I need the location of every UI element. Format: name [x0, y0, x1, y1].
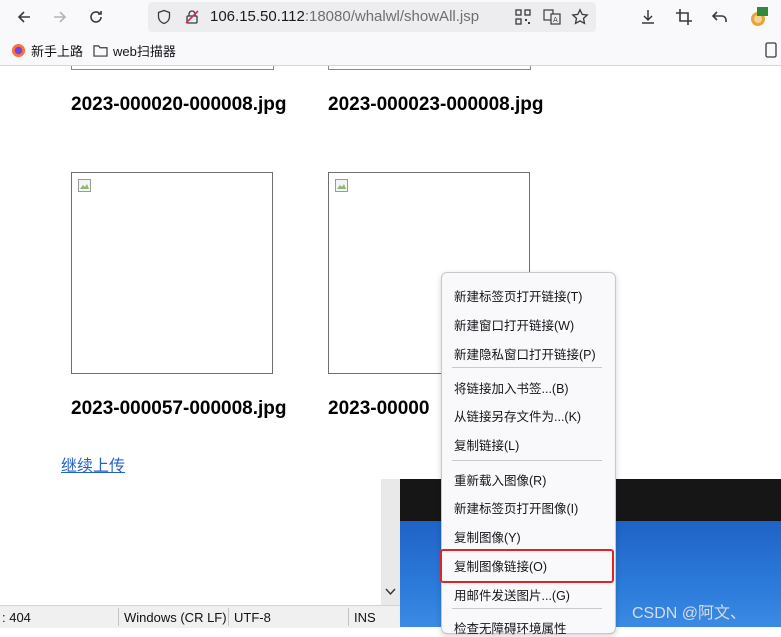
- highlight-box: [440, 549, 614, 583]
- image-filename: 2023-000023-000008.jpg: [328, 94, 544, 115]
- bookmark-item-web-scanner[interactable]: web扫描器: [93, 41, 176, 60]
- status-divider: [348, 608, 349, 626]
- url-bar[interactable]: 106.15.50.112:18080/whalwl/showAll.jsp A: [148, 2, 596, 32]
- menu-item-save-link-as[interactable]: 从链接另存文件为...(K): [454, 406, 581, 425]
- download-icon: [642, 10, 654, 24]
- menu-item-inspect-accessibility[interactable]: 检查无障碍环境属性: [454, 618, 567, 637]
- svg-text:A: A: [553, 16, 558, 24]
- status-position: : 404: [2, 610, 31, 625]
- url-path: :18080/whalwl/showAll.jsp: [304, 8, 480, 25]
- menu-item-open-link-private-window[interactable]: 新建隐私窗口打开链接(P): [454, 344, 596, 363]
- translate-icon[interactable]: A: [543, 9, 561, 25]
- bookmark-star-icon[interactable]: [571, 8, 589, 26]
- page-content: 2023-000020-000008.jpg 2023-000023-00000…: [0, 66, 781, 479]
- menu-item-copy-image[interactable]: 复制图像(Y): [454, 527, 521, 546]
- image-filename: 2023-000020-000008.jpg: [71, 94, 287, 115]
- forward-button[interactable]: [48, 5, 72, 29]
- menu-item-open-image-new-tab[interactable]: 新建标签页打开图像(I): [454, 498, 578, 517]
- bookmark-label: 新手上路: [31, 44, 84, 59]
- firefox-icon: [11, 43, 26, 58]
- menu-item-copy-link[interactable]: 复制链接(L): [454, 435, 519, 454]
- continue-upload-link[interactable]: 继续上传: [61, 452, 125, 476]
- image-thumbnail[interactable]: [71, 172, 273, 374]
- context-menu: 新建标签页打开链接(T) 新建窗口打开链接(W) 新建隐私窗口打开链接(P) 将…: [440, 272, 616, 637]
- status-divider: [228, 608, 229, 626]
- status-divider: [118, 608, 119, 626]
- image-filename: 2023-00000: [328, 398, 430, 419]
- insecure-lock-icon[interactable]: [184, 9, 200, 25]
- menu-item-open-link-new-tab[interactable]: 新建标签页打开链接(T): [454, 286, 582, 305]
- image-thumbnail-partial[interactable]: [71, 66, 274, 70]
- reload-button[interactable]: [84, 5, 108, 29]
- menu-item-open-link-new-window[interactable]: 新建窗口打开链接(W): [454, 315, 574, 334]
- menu-separator: [452, 608, 602, 609]
- watermark-text: CSDN @阿文、: [632, 605, 747, 622]
- forward-arrow-icon: [54, 11, 67, 23]
- menu-item-reload-image[interactable]: 重新载入图像(R): [454, 470, 546, 489]
- browser-toolbar: 106.15.50.112:18080/whalwl/showAll.jsp A: [0, 0, 781, 34]
- url-host: 106.15.50.112: [210, 8, 305, 25]
- undo-arrow-icon: [711, 11, 727, 22]
- broken-image-icon: [78, 179, 91, 192]
- editor-scrollbar[interactable]: [381, 479, 400, 605]
- crop-icon: [676, 9, 692, 25]
- status-line-ending: Windows (CR LF): [124, 610, 227, 625]
- downloads-button[interactable]: [636, 5, 660, 29]
- menu-separator: [452, 367, 602, 368]
- shield-icon[interactable]: [156, 9, 172, 25]
- status-encoding: UTF-8: [234, 610, 271, 625]
- back-button[interactable]: [12, 5, 36, 29]
- menu-item-email-image[interactable]: 用邮件发送图片...(G): [454, 585, 570, 604]
- reload-icon: [90, 11, 102, 23]
- mobile-bookmarks-icon[interactable]: [765, 42, 777, 58]
- bookmark-label: web扫描器: [113, 44, 176, 59]
- extension-button[interactable]: [746, 5, 770, 29]
- menu-item-bookmark-link[interactable]: 将链接加入书签...(B): [454, 378, 569, 397]
- broken-image-icon: [335, 179, 348, 192]
- menu-separator: [452, 460, 602, 461]
- qr-code-icon[interactable]: [515, 9, 531, 25]
- url-text[interactable]: 106.15.50.112:18080/whalwl/showAll.jsp: [210, 8, 479, 25]
- back-arrow-icon: [17, 11, 30, 23]
- screenshot-button[interactable]: [672, 5, 696, 29]
- bookmarks-bar: 新手上路 web扫描器: [0, 34, 781, 66]
- status-insert-mode: INS: [354, 610, 376, 625]
- editor-text-area[interactable]: [0, 479, 381, 605]
- folder-icon: [93, 45, 108, 57]
- editor-status-bar: : 404 Windows (CR LF) UTF-8 INS: [0, 605, 400, 628]
- image-thumbnail-partial[interactable]: [328, 66, 531, 70]
- scroll-down-icon[interactable]: [385, 587, 396, 596]
- undo-button[interactable]: [708, 5, 732, 29]
- bookmark-item-getting-started[interactable]: 新手上路: [11, 41, 83, 60]
- image-filename: 2023-000057-000008.jpg: [71, 398, 287, 419]
- extension-icon: [751, 7, 768, 26]
